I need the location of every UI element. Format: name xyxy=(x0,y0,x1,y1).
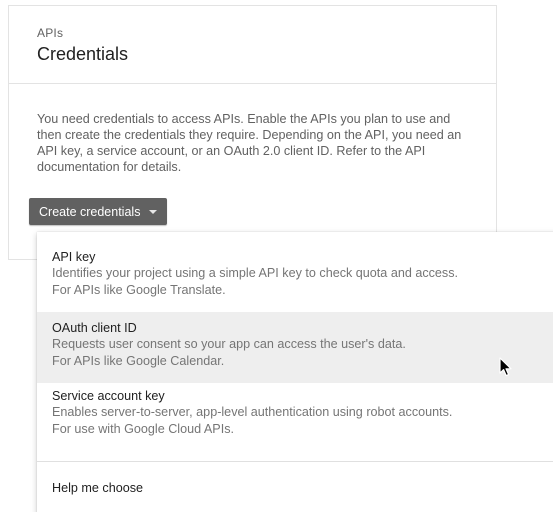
menu-item-api-key[interactable]: API key Identifies your project using a … xyxy=(37,232,553,312)
create-credentials-menu: API key Identifies your project using a … xyxy=(37,232,553,512)
breadcrumb: APIs xyxy=(37,26,64,40)
menu-item-description: Enables server-to-server, app-level auth… xyxy=(52,405,453,419)
menu-item-description: For APIs like Google Translate. xyxy=(52,283,226,297)
mouse-pointer-icon xyxy=(499,357,512,377)
menu-item-description: Requests user consent so your app can ac… xyxy=(52,337,406,351)
caret-down-icon xyxy=(149,209,158,214)
page-title: Credentials xyxy=(37,44,129,64)
menu-item-description: Identifies your project using a simple A… xyxy=(52,266,459,280)
menu-item-help-me-choose[interactable]: Help me choose xyxy=(37,462,553,512)
credentials-description: You need credentials to access APIs. Ena… xyxy=(37,112,462,174)
card-header: APIs Credentials xyxy=(9,6,496,84)
menu-item-description: For APIs like Google Calendar. xyxy=(52,354,225,368)
menu-item-service-account-key[interactable]: Service account key Enables server-to-se… xyxy=(37,383,553,456)
card-body: You need credentials to access APIs. Ena… xyxy=(9,84,496,175)
menu-item-title: API key xyxy=(52,250,96,264)
create-credentials-button[interactable]: Create credentials xyxy=(29,198,168,225)
menu-item-oauth-client-id[interactable]: OAuth client ID Requests user consent so… xyxy=(37,312,553,383)
menu-item-title: Service account key xyxy=(52,389,165,403)
menu-item-description: For use with Google Cloud APIs. xyxy=(52,422,235,436)
create-credentials-label: Create credentials xyxy=(39,204,141,219)
menu-item-title: OAuth client ID xyxy=(52,321,137,335)
page: APIs Credentials You need credentials to… xyxy=(0,0,553,512)
menu-item-title: Help me choose xyxy=(52,481,144,495)
